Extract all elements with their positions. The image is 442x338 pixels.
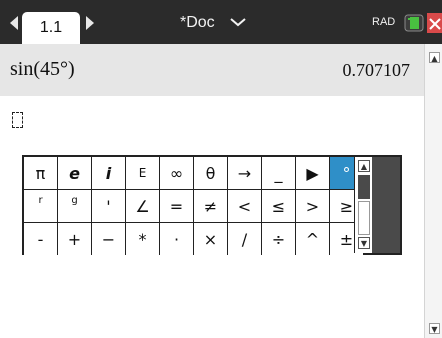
palette-symbol-r3-c8[interactable]: ÷: [262, 223, 295, 255]
scroll-down-icon[interactable]: ▼: [358, 237, 370, 249]
palette-symbol-r2-c8[interactable]: ≤: [262, 190, 295, 222]
palette-symbol-r1-c9[interactable]: ▶: [296, 157, 329, 189]
input-cursor-placeholder[interactable]: [12, 112, 23, 128]
entry-expression: sin(45°): [10, 58, 75, 80]
palette-symbol-r2-c6[interactable]: ≠: [194, 190, 227, 222]
palette-symbol-r1-c1[interactable]: π: [24, 157, 57, 189]
tab-page-1-1[interactable]: 1.1: [22, 12, 80, 44]
entry-result: 0.707107: [342, 60, 411, 80]
palette-symbol-r3-c2[interactable]: +: [58, 223, 91, 255]
palette-symbol-r3-c3[interactable]: −: [92, 223, 125, 255]
scroll-down-icon[interactable]: ▼: [429, 323, 440, 334]
scroll-up-icon[interactable]: ▲: [429, 52, 440, 63]
battery-icon: [404, 14, 424, 32]
palette-symbol-r1-c8[interactable]: _: [262, 157, 295, 189]
palette-scroll-track[interactable]: [358, 201, 370, 235]
palette-symbol-r2-c7[interactable]: <: [228, 190, 261, 222]
palette-symbol-r3-c1[interactable]: -: [24, 223, 57, 255]
document-title[interactable]: *Doc: [180, 14, 215, 32]
palette-scroll-thumb[interactable]: [358, 175, 370, 199]
palette-symbol-r2-c3[interactable]: ': [92, 190, 125, 222]
palette-symbol-r2-c5[interactable]: =: [160, 190, 193, 222]
palette-symbol-r3-c6[interactable]: ×: [194, 223, 227, 255]
palette-symbol-r1-c6[interactable]: θ: [194, 157, 227, 189]
palette-symbol-r3-c7[interactable]: /: [228, 223, 261, 255]
symbol-grid: π e i E ∞ θ → _ ▶ ° r g ' ∠ = ≠ < ≤ > ≥ - + − * · × / ÷ ^ ±: [24, 157, 363, 255]
palette-symbol-r2-c4[interactable]: ∠: [126, 190, 159, 222]
palette-symbol-r3-c5[interactable]: ·: [160, 223, 193, 255]
palette-symbol-r1-c4[interactable]: E: [126, 157, 159, 189]
vertical-scrollbar[interactable]: ▲ ▼: [424, 44, 442, 338]
palette-symbol-r2-c2[interactable]: g: [58, 190, 91, 222]
angle-mode-indicator: RAD: [372, 16, 396, 28]
symbol-palette: π e i E ∞ θ → _ ▶ ° r g ' ∠ = ≠ < ≤ > ≥ - + − * · × / ÷ ^ ± ▲ ▼: [22, 155, 402, 255]
tab-right-arrow-icon[interactable]: [86, 16, 94, 30]
palette-symbol-r2-c9[interactable]: >: [296, 190, 329, 222]
palette-symbol-r1-c5[interactable]: ∞: [160, 157, 193, 189]
close-icon[interactable]: [427, 13, 442, 33]
palette-symbol-r1-c3[interactable]: i: [92, 157, 125, 189]
history-entry[interactable]: sin(45°) 0.707107: [0, 44, 424, 96]
scroll-up-icon[interactable]: ▲: [358, 160, 370, 172]
palette-symbol-r3-c9[interactable]: ^: [296, 223, 329, 255]
palette-scrollbar[interactable]: ▲ ▼: [354, 157, 372, 253]
palette-symbol-r1-c2[interactable]: e: [58, 157, 91, 189]
chevron-down-icon[interactable]: [229, 16, 247, 28]
tab-left-arrow-icon[interactable]: [10, 16, 18, 30]
palette-symbol-r2-c1[interactable]: r: [24, 190, 57, 222]
title-bar: 1.1 *Doc RAD: [0, 0, 442, 44]
palette-symbol-r3-c4[interactable]: *: [126, 223, 159, 255]
palette-symbol-r1-c7[interactable]: →: [228, 157, 261, 189]
